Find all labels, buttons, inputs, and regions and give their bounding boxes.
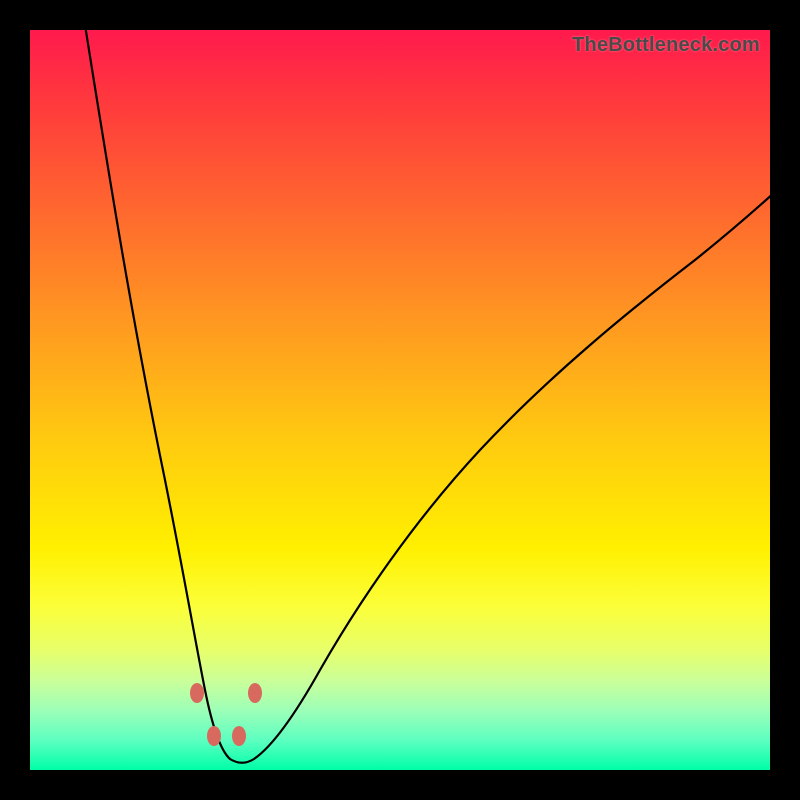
marker-left-lower [207,726,221,746]
bottleneck-curve [85,25,775,763]
marker-right-lower [232,726,246,746]
chart-svg [30,30,770,770]
marker-right-upper [248,683,262,703]
chart-frame: TheBottleneck.com [30,30,770,770]
marker-left-upper [190,683,204,703]
